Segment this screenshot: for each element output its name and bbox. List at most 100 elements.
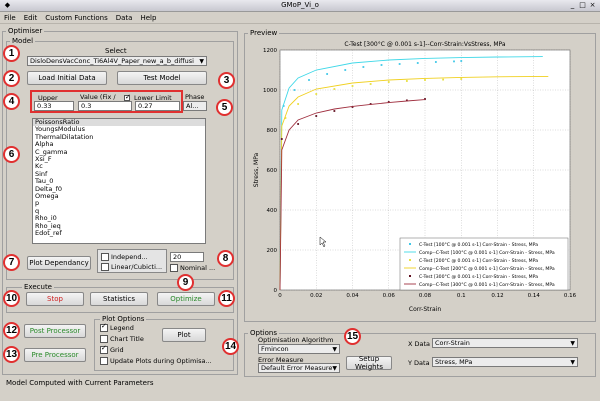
nominal-label: Nominal ...	[180, 264, 216, 272]
callout-9: 9	[177, 274, 194, 291]
data-point	[460, 60, 463, 62]
data-point	[460, 78, 463, 80]
execute-label: Execute	[22, 283, 54, 291]
x-tick-label: 0.06	[383, 293, 396, 299]
data-point	[308, 79, 310, 81]
y-tick-label: 1200	[263, 48, 277, 54]
points-field[interactable]: 20	[170, 252, 204, 262]
list-item[interactable]: Omega	[33, 192, 205, 200]
setup-weights-button[interactable]: Setup Weights	[346, 355, 392, 371]
legend-entry: Comp--C-Test [200°C @ 0.001 s-1] Corr-St…	[419, 266, 555, 272]
legend-entry: Comp--C-Test [100°C @ 0.001 s-1] Corr-St…	[419, 250, 555, 256]
update-plots-checkbox[interactable]	[100, 357, 108, 365]
list-item[interactable]: Edot_ref	[33, 229, 205, 237]
error-measure-value: Default Error Measure	[261, 364, 333, 372]
menu-edit[interactable]: Edit	[20, 12, 42, 24]
test-model-button[interactable]: Test Model	[117, 71, 207, 85]
data-point	[280, 138, 283, 140]
callout-4: 4	[3, 93, 20, 110]
list-item[interactable]: Xsi_F	[33, 155, 205, 163]
phase-select[interactable]: Al...	[183, 101, 207, 111]
chart-legend: C-Test [100°C @ 0.001 s-1] Corr-Strain -…	[399, 237, 569, 291]
data-point	[424, 79, 426, 81]
chevron-down-icon: ▼	[332, 345, 337, 353]
linear-label: Linear/Cubicti...	[111, 263, 163, 271]
x-data-label: X Data	[408, 340, 431, 348]
y-tick-label: 800	[267, 128, 278, 134]
legend-swatch	[409, 243, 411, 245]
x-tick-label: 0.16	[564, 293, 577, 299]
data-point	[351, 85, 354, 87]
y-tick-label: 200	[267, 248, 278, 254]
y-data-select[interactable]: Stress, MPa ▼	[432, 357, 578, 367]
menu-bar: File Edit Custom Functions Data Help	[0, 12, 600, 24]
x-tick-label: 0.14	[528, 293, 541, 299]
menu-help[interactable]: Help	[136, 12, 160, 24]
list-item[interactable]: p	[33, 200, 205, 208]
error-measure-select[interactable]: Default Error Measure ▼	[258, 363, 340, 373]
legend-checkbox[interactable]	[100, 322, 108, 332]
list-item[interactable]: Sinf	[33, 170, 205, 178]
legend-label: Legend	[110, 324, 134, 332]
minimize-button[interactable]: _	[568, 1, 577, 10]
list-item[interactable]: C_gamma	[33, 148, 205, 156]
optimize-button[interactable]: Optimize	[157, 292, 215, 306]
maximize-button[interactable]: □	[578, 1, 587, 10]
callout-10: 10	[3, 290, 20, 307]
preview-chart[interactable]: 0 0.02 0.04 0.06 0.08 0.1 0.12 0.14 0.16 0 200 400 6…	[250, 38, 590, 316]
x-data-select[interactable]: Corr-Strain ▼	[432, 338, 578, 348]
data-point	[405, 80, 408, 82]
window-title: GMoP_Vi_o	[281, 1, 319, 9]
select-label: Select	[105, 47, 127, 55]
callout-7: 7	[3, 254, 20, 271]
callout-8: 8	[217, 250, 234, 267]
menu-custom-functions[interactable]: Custom Functions	[41, 12, 111, 24]
pre-processor-button[interactable]: Pre Processor	[24, 348, 86, 362]
callout-15: 15	[344, 328, 361, 345]
callout-12: 12	[3, 322, 20, 339]
independent-checkbox[interactable]	[101, 253, 109, 261]
data-point	[344, 69, 347, 71]
list-item[interactable]: Kc	[33, 163, 205, 171]
list-item[interactable]: q	[33, 207, 205, 215]
close-button[interactable]: ×	[588, 1, 597, 10]
model-label: Model	[10, 37, 36, 45]
x-tick-label: 0.1	[457, 293, 466, 299]
load-initial-data-button[interactable]: Load Initial Data	[27, 71, 107, 85]
menu-data[interactable]: Data	[112, 12, 137, 24]
y-data-label: Y Data	[408, 359, 430, 367]
menu-file[interactable]: File	[0, 12, 20, 24]
nominal-checkbox[interactable]	[170, 264, 178, 272]
legend-entry: Comp--C-Test [300°C @ 0.001 s-1] Corr-St…	[419, 282, 555, 288]
data-point	[315, 93, 318, 95]
model-select[interactable]: DisloDensVacConc_Ti6Al4V_Paper_new_a_b_d…	[27, 56, 207, 66]
list-item[interactable]: ThermalDilatation	[33, 133, 205, 141]
data-point	[442, 78, 445, 81]
post-processor-button[interactable]: Post Processor	[24, 324, 86, 338]
callout-13: 13	[3, 346, 20, 363]
algorithm-select[interactable]: Fmincon ▼	[258, 344, 340, 354]
x-tick-label: 0.12	[491, 293, 503, 299]
x-tick-label: 0.04	[346, 293, 359, 299]
phase-select-value: Al...	[186, 102, 199, 110]
callout-3: 3	[218, 72, 235, 89]
legend-swatch	[409, 275, 411, 277]
statistics-button[interactable]: Statistics	[90, 292, 148, 306]
status-text: Model Computed with Current Parameters	[6, 379, 154, 387]
linear-checkbox[interactable]	[101, 263, 109, 271]
data-point	[315, 115, 318, 117]
x-tick-label: 0.02	[310, 293, 322, 299]
parameter-list[interactable]: PoissonsRatio YoungsModulus ThermalDilat…	[32, 118, 206, 244]
chart-title-checkbox[interactable]	[100, 335, 108, 343]
data-point	[297, 123, 300, 125]
chart-title: C-Test [300°C @ 0.001 s-1]--Corr-Strain:…	[344, 41, 505, 48]
stop-button[interactable]: Stop	[26, 292, 84, 306]
plot-dependency-button[interactable]: Plot Dependancy	[27, 256, 91, 270]
plot-button[interactable]: Plot	[162, 328, 206, 342]
data-point	[297, 103, 300, 105]
callout-14: 14	[222, 338, 239, 355]
y-tick-label: 600	[267, 168, 278, 174]
data-point	[362, 66, 365, 68]
grid-checkbox[interactable]	[100, 344, 108, 354]
update-plots-label: Update Plots during Optimisa...	[110, 357, 212, 365]
